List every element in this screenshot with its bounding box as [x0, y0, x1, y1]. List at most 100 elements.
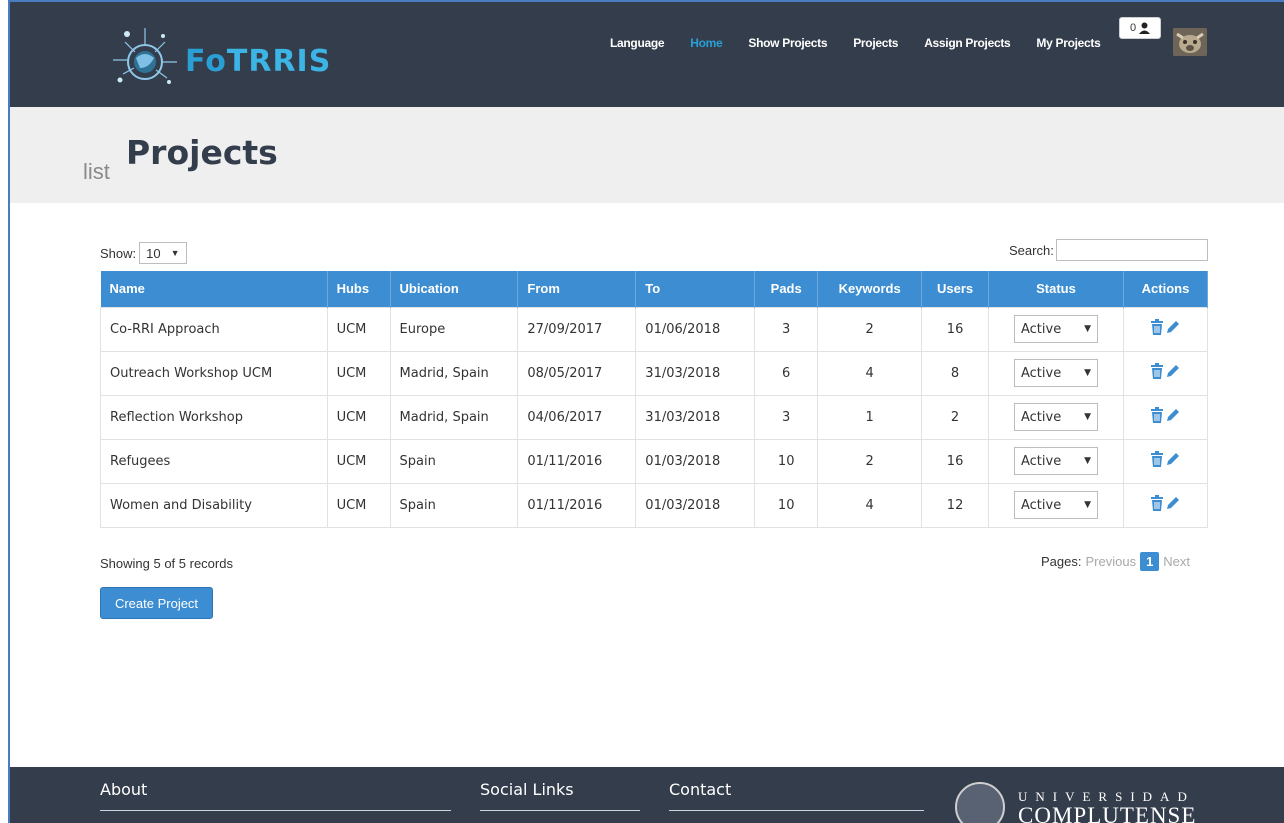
col-header-ubication[interactable]: Ubication	[390, 271, 519, 307]
cell-keywords: 2	[817, 306, 923, 351]
fotrris-logo[interactable]: FoTRRIS	[105, 22, 335, 96]
cell-pads: 3	[754, 306, 819, 351]
projects-table: Name Hubs Ubication From To Pads Keyword…	[100, 271, 1209, 528]
nav-language[interactable]: Language	[610, 36, 665, 50]
cell-pads: 10	[754, 482, 819, 528]
cell-pads: 6	[754, 350, 819, 395]
cell-from: 01/11/2016	[517, 482, 637, 528]
chevron-down-icon: ▼	[170, 248, 180, 258]
status-select[interactable]: Active ▼	[1014, 491, 1098, 519]
cell-hubs: UCM	[327, 394, 391, 439]
page-size-control: Show: 10 ▼	[100, 242, 187, 264]
footer-social-divider	[480, 810, 640, 811]
status-select[interactable]: Active ▼	[1014, 403, 1098, 431]
col-header-keywords[interactable]: Keywords	[817, 271, 923, 307]
chevron-down-icon: ▼	[1084, 324, 1091, 334]
chevron-down-icon: ▼	[1084, 500, 1091, 510]
avatar-image-icon	[1173, 28, 1207, 56]
cell-name: Refugees	[100, 438, 328, 483]
cell-status: Active ▼	[988, 438, 1124, 483]
create-project-button[interactable]: Create Project	[100, 587, 213, 619]
footer-contact-title: Contact	[669, 780, 732, 799]
cell-pads: 3	[754, 394, 819, 439]
cell-to: 01/03/2018	[635, 482, 756, 528]
col-header-name[interactable]: Name	[100, 271, 328, 307]
trash-icon[interactable]	[1150, 495, 1164, 511]
cell-hubs: UCM	[327, 482, 391, 528]
chevron-down-icon: ▼	[1084, 456, 1091, 466]
status-value: Active	[1021, 497, 1062, 513]
pagination-next[interactable]: Next	[1163, 554, 1190, 569]
trash-icon[interactable]	[1150, 319, 1164, 335]
page-size-select[interactable]: 10 ▼	[139, 242, 187, 264]
pagination-previous[interactable]: Previous	[1085, 554, 1136, 569]
cell-name: Outreach Workshop UCM	[100, 350, 328, 395]
status-value: Active	[1021, 365, 1062, 381]
nav-assign-projects[interactable]: Assign Projects	[924, 36, 1011, 50]
cell-ubication: Madrid, Spain	[390, 350, 519, 395]
cell-from: 27/09/2017	[517, 306, 637, 351]
footer-social-title: Social Links	[480, 780, 574, 799]
cell-ubication: Madrid, Spain	[390, 394, 519, 439]
table-header-row: Name Hubs Ubication From To Pads Keyword…	[100, 271, 1209, 307]
col-header-to[interactable]: To	[635, 271, 756, 307]
user-count: 0	[1129, 22, 1137, 34]
ucm-line-2: COMPLUTENSE	[1018, 803, 1197, 823]
pencil-icon[interactable]	[1166, 320, 1180, 334]
col-header-status[interactable]: Status	[988, 271, 1124, 307]
status-select[interactable]: Active ▼	[1014, 447, 1098, 475]
cell-hubs: UCM	[327, 306, 391, 351]
col-header-from[interactable]: From	[517, 271, 637, 307]
cell-users: 2	[921, 394, 990, 439]
trash-icon[interactable]	[1150, 451, 1164, 467]
window-top-border	[0, 0, 1284, 2]
cell-ubication: Spain	[390, 482, 519, 528]
nav-my-projects[interactable]: My Projects	[1036, 36, 1100, 50]
col-header-users[interactable]: Users	[921, 271, 990, 307]
cell-status: Active ▼	[988, 306, 1124, 351]
user-notifications-badge[interactable]: 0	[1119, 17, 1161, 39]
cell-actions	[1123, 482, 1209, 528]
globe-logo-icon	[113, 28, 177, 84]
user-avatar[interactable]	[1173, 28, 1207, 56]
pencil-icon[interactable]	[1166, 408, 1180, 422]
page-title-band: list Projects	[10, 107, 1284, 203]
cell-to: 31/03/2018	[635, 394, 756, 439]
pages-label: Pages:	[1041, 554, 1082, 569]
status-select[interactable]: Active ▼	[1014, 359, 1098, 387]
status-select[interactable]: Active ▼	[1014, 315, 1098, 343]
trash-icon[interactable]	[1150, 363, 1164, 379]
pagination-page-1[interactable]: 1	[1140, 552, 1160, 571]
nav-show-projects[interactable]: Show Projects	[748, 36, 827, 50]
search-label: Search:	[1009, 242, 1054, 258]
cell-from: 08/05/2017	[517, 350, 637, 395]
cell-status: Active ▼	[988, 350, 1124, 395]
col-header-actions: Actions	[1123, 271, 1209, 307]
cell-name: Reflection Workshop	[100, 394, 328, 439]
nav-home[interactable]: Home	[690, 36, 722, 50]
search-control: Search:	[1009, 239, 1208, 261]
pencil-icon[interactable]	[1166, 496, 1180, 510]
col-header-hubs[interactable]: Hubs	[327, 271, 391, 307]
cell-hubs: UCM	[327, 350, 391, 395]
search-input[interactable]	[1055, 239, 1208, 261]
cell-actions	[1123, 438, 1209, 483]
trash-icon[interactable]	[1150, 407, 1164, 423]
user-icon	[1139, 22, 1151, 34]
logo-text: FoTRRIS	[185, 44, 332, 79]
pencil-icon[interactable]	[1166, 452, 1180, 466]
cell-hubs: UCM	[327, 438, 391, 483]
page-title-prefix: list	[83, 159, 110, 184]
ucm-logo[interactable]: UNIVERSIDAD COMPLUTENSE	[1018, 789, 1196, 823]
cell-actions	[1123, 306, 1209, 351]
nav-projects[interactable]: Projects	[853, 36, 898, 50]
chevron-down-icon: ▼	[1084, 368, 1091, 378]
cell-keywords: 4	[817, 350, 923, 395]
cell-keywords: 4	[817, 482, 923, 528]
pencil-icon[interactable]	[1166, 364, 1180, 378]
cell-status: Active ▼	[988, 482, 1124, 528]
status-value: Active	[1021, 453, 1062, 469]
cell-status: Active ▼	[988, 394, 1124, 439]
ucm-seal-icon	[955, 782, 1005, 823]
col-header-pads[interactable]: Pads	[754, 271, 819, 307]
